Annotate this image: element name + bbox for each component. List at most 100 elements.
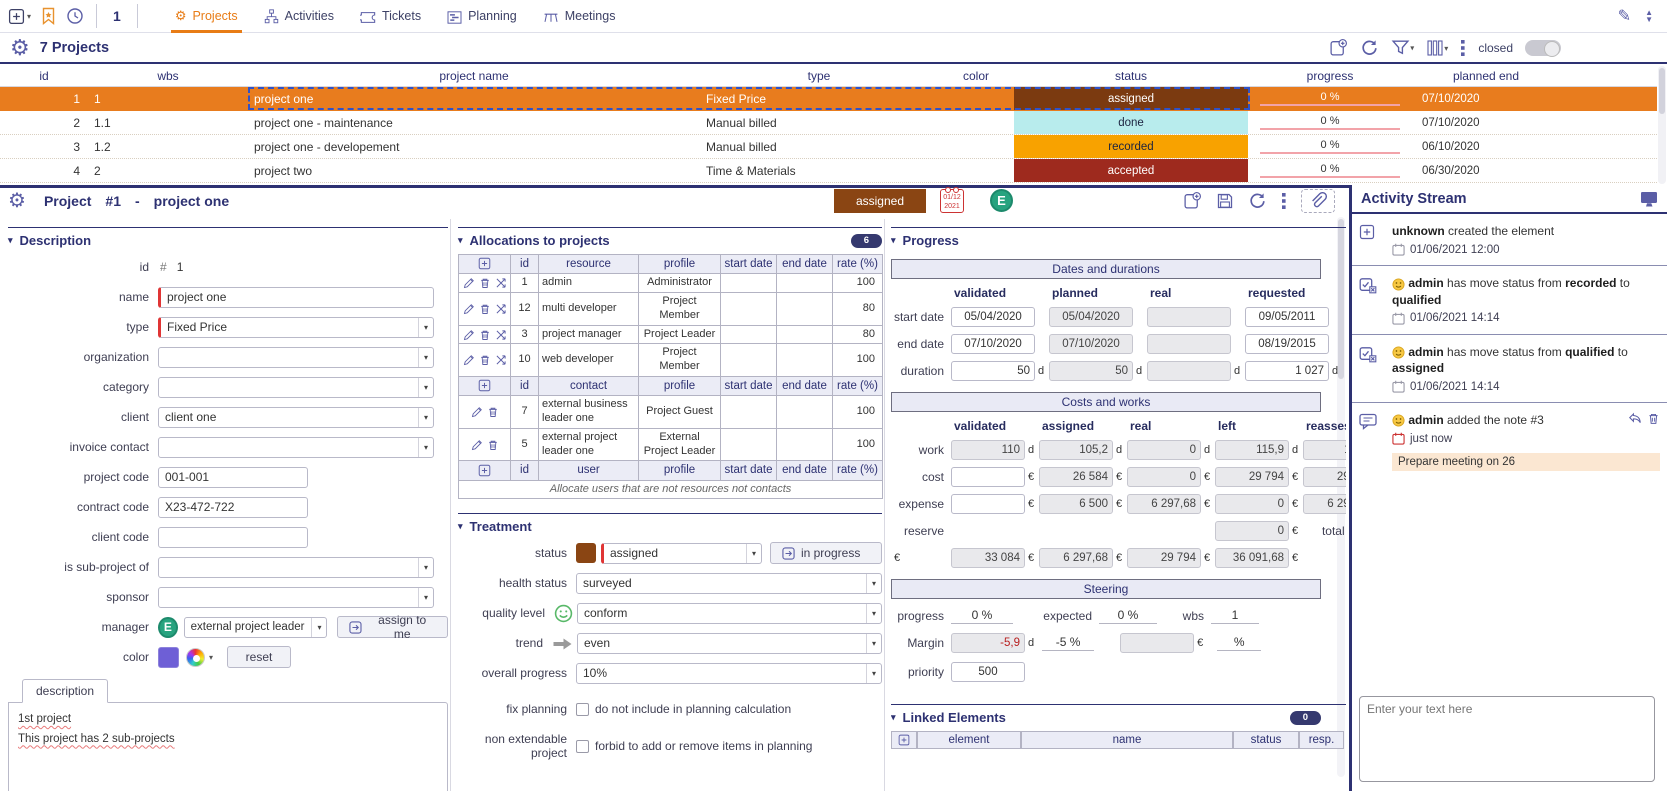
health-status-select[interactable]: ▾ bbox=[576, 572, 882, 594]
refresh-list-icon[interactable] bbox=[1360, 38, 1379, 57]
reply-icon[interactable] bbox=[1628, 412, 1642, 425]
priority-field[interactable] bbox=[951, 662, 1025, 682]
category-select[interactable]: ▾ bbox=[158, 376, 434, 398]
client-select[interactable]: ▾ bbox=[158, 406, 434, 428]
trend-select[interactable]: ▾ bbox=[577, 632, 882, 654]
delete-icon[interactable] bbox=[479, 329, 491, 341]
chevron-down-icon[interactable]: ▾ bbox=[417, 437, 433, 457]
add-contact-button[interactable] bbox=[478, 380, 491, 392]
add-project-icon[interactable] bbox=[1329, 38, 1348, 57]
client-code-field[interactable] bbox=[158, 526, 308, 548]
start-requested-field[interactable] bbox=[1245, 307, 1329, 327]
chevron-down-icon[interactable]: ▾ bbox=[417, 407, 433, 427]
expense-validated-field[interactable] bbox=[951, 494, 1025, 514]
columns-icon[interactable]: ▾ bbox=[1426, 39, 1448, 57]
collapse-triangle-icon[interactable]: ▾ bbox=[891, 712, 896, 723]
organization-select[interactable]: ▾ bbox=[158, 346, 434, 368]
color-wheel-icon[interactable] bbox=[186, 647, 205, 667]
chevron-down-icon[interactable]: ▾ bbox=[865, 633, 881, 653]
activity-note-input[interactable] bbox=[1359, 696, 1655, 782]
collapse-triangle-icon[interactable]: ▾ bbox=[458, 235, 463, 246]
name-field[interactable] bbox=[158, 286, 434, 308]
tab-planning[interactable]: Planning bbox=[434, 0, 530, 33]
end-validated-field[interactable] bbox=[951, 334, 1035, 354]
delete-icon[interactable] bbox=[487, 406, 499, 418]
bookmark-icon[interactable] bbox=[40, 7, 57, 25]
new-element-button[interactable]: ▾ bbox=[8, 8, 31, 25]
transfer-icon[interactable] bbox=[495, 329, 507, 341]
chevron-down-icon[interactable]: ▾ bbox=[311, 617, 326, 637]
table-row-project-4[interactable]: 4 2 project two Time & Materials accepte… bbox=[0, 159, 1657, 183]
save-icon[interactable] bbox=[1216, 192, 1234, 210]
chevron-down-icon[interactable]: ▾ bbox=[417, 557, 433, 577]
add-user-button[interactable] bbox=[478, 464, 491, 476]
start-validated-field[interactable] bbox=[951, 307, 1035, 327]
closed-toggle[interactable] bbox=[1525, 39, 1561, 57]
sponsor-select[interactable]: ▾ bbox=[158, 586, 434, 608]
project-code-field[interactable] bbox=[158, 466, 308, 488]
chevron-down-icon[interactable]: ▾ bbox=[865, 603, 881, 623]
transfer-icon[interactable] bbox=[495, 354, 507, 366]
table-row-project-2[interactable]: 2 1.1 project one - maintenance Manual b… bbox=[0, 111, 1657, 135]
description-text-box[interactable]: 1st project This project has 2 sub-proje… bbox=[8, 702, 448, 791]
transfer-icon[interactable] bbox=[495, 277, 507, 289]
project-color-swatch[interactable] bbox=[158, 646, 179, 668]
attachment-paperclip-icon[interactable] bbox=[1301, 188, 1335, 213]
delete-icon[interactable] bbox=[479, 303, 491, 315]
tab-tickets[interactable]: Tickets bbox=[347, 0, 434, 33]
add-resource-button[interactable] bbox=[478, 258, 491, 270]
end-requested-field[interactable] bbox=[1245, 334, 1329, 354]
delete-icon[interactable] bbox=[479, 277, 491, 289]
fix-planning-checkbox[interactable] bbox=[576, 702, 589, 716]
assign-to-me-button[interactable]: assign to me bbox=[337, 613, 448, 641]
edit-icon[interactable] bbox=[463, 354, 475, 366]
overall-progress-select[interactable]: ▾ bbox=[576, 662, 882, 684]
table-row-project-1[interactable]: 1 1 project one Fixed Price assigned 0 %… bbox=[0, 87, 1657, 111]
sub-project-select[interactable]: ▾ bbox=[158, 556, 434, 578]
duration-requested-field[interactable] bbox=[1245, 361, 1329, 381]
contract-code-field[interactable] bbox=[158, 496, 308, 518]
chevron-down-icon[interactable]: ▾ bbox=[417, 377, 433, 397]
transfer-icon[interactable] bbox=[495, 303, 507, 315]
tab-activities[interactable]: Activities bbox=[251, 0, 347, 33]
collapse-triangle-icon[interactable]: ▾ bbox=[8, 235, 13, 246]
collapse-triangle-icon[interactable]: ▾ bbox=[458, 521, 463, 532]
history-icon[interactable] bbox=[66, 7, 84, 25]
type-select[interactable]: ▾ bbox=[158, 316, 434, 338]
edit-icon[interactable] bbox=[471, 406, 483, 418]
edit-icon[interactable] bbox=[471, 439, 483, 451]
status-color-swatch[interactable] bbox=[576, 543, 596, 564]
chevron-down-icon[interactable]: ▾ bbox=[417, 587, 433, 607]
refresh-detail-icon[interactable] bbox=[1248, 191, 1267, 210]
collapse-triangle-icon[interactable]: ▾ bbox=[891, 235, 896, 246]
monitor-icon[interactable] bbox=[1640, 191, 1658, 207]
in-progress-button[interactable]: in progress bbox=[769, 542, 882, 565]
color-caret-icon[interactable]: ▾ bbox=[209, 653, 213, 662]
edit-pencil-icon[interactable]: ✎ bbox=[1618, 6, 1631, 26]
description-tab[interactable]: description bbox=[22, 679, 109, 703]
manager-select[interactable]: ▾ bbox=[183, 616, 328, 638]
filter-icon[interactable]: ▾ bbox=[1391, 38, 1414, 57]
duration-validated-field[interactable] bbox=[951, 361, 1035, 381]
tab-meetings[interactable]: Meetings bbox=[530, 0, 629, 33]
chevron-down-icon[interactable]: ▾ bbox=[417, 347, 433, 367]
edit-icon[interactable] bbox=[463, 277, 475, 289]
delete-icon[interactable] bbox=[479, 354, 491, 366]
non-extendable-checkbox[interactable] bbox=[576, 739, 589, 753]
edit-icon[interactable] bbox=[463, 329, 475, 341]
chevron-down-icon[interactable]: ▾ bbox=[417, 317, 433, 337]
delete-note-icon[interactable] bbox=[1647, 412, 1660, 425]
new-element-caret-icon[interactable]: ▾ bbox=[27, 12, 31, 21]
chevron-down-icon[interactable]: ▾ bbox=[865, 663, 881, 683]
add-new-icon[interactable] bbox=[1183, 191, 1202, 210]
detail-menu-kebab-icon[interactable] bbox=[1281, 192, 1287, 210]
tab-projects[interactable]: ⚙ Projects bbox=[162, 0, 251, 33]
invoice-contact-select[interactable]: ▾ bbox=[158, 436, 434, 458]
delete-icon[interactable] bbox=[487, 439, 499, 451]
collapse-expand-spinner[interactable]: ▲ ▼ bbox=[1645, 9, 1653, 24]
table-scrollbar[interactable] bbox=[1658, 66, 1666, 184]
chevron-down-icon[interactable]: ▾ bbox=[745, 543, 761, 563]
status-select[interactable]: ▾ bbox=[601, 542, 762, 564]
table-row-project-3[interactable]: 3 1.2 project one - developement Manual … bbox=[0, 135, 1657, 159]
quality-level-select[interactable]: ▾ bbox=[577, 602, 882, 624]
